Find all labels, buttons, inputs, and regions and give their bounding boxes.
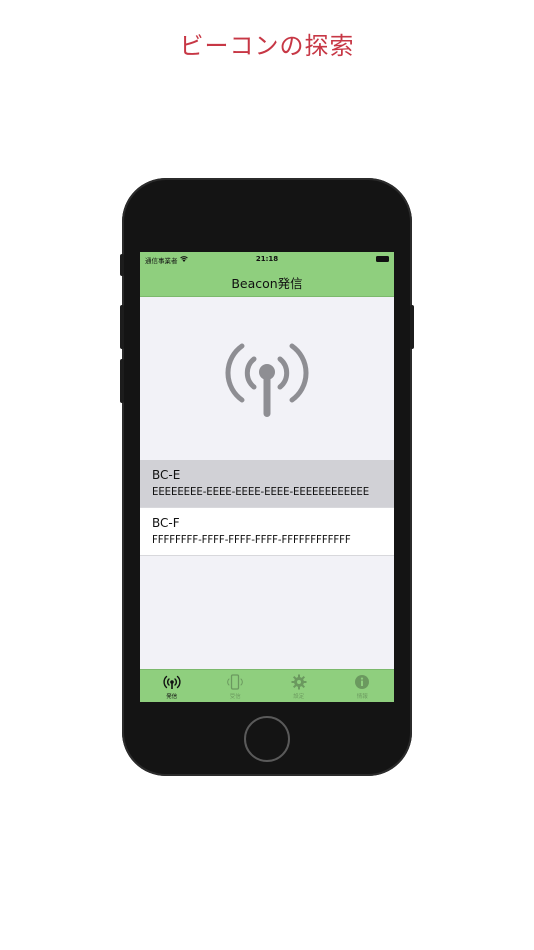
antenna-icon xyxy=(162,674,182,690)
status-bar: 通信事業者 21:18 xyxy=(140,252,394,266)
tab-info[interactable]: 情報 xyxy=(331,670,395,702)
battery-icon xyxy=(376,256,389,262)
home-button[interactable] xyxy=(244,716,290,762)
tab-transmit[interactable]: 発信 xyxy=(140,670,204,702)
status-time: 21:18 xyxy=(255,255,279,263)
promo-title: ビーコンの探索 xyxy=(179,32,355,60)
volume-up-button xyxy=(120,305,124,349)
app-screen: 通信事業者 21:18 Beacon発信 BC-E EEEEEEEE-EEEE-… xyxy=(140,252,394,702)
beacon-row-bc-e[interactable]: BC-E EEEEEEEE-EEEE-EEEE-EEEE-EEEEEEEEEEE… xyxy=(140,460,394,508)
power-button xyxy=(410,305,414,349)
nav-title: Beacon発信 xyxy=(231,276,303,291)
phone-signal-icon xyxy=(225,674,245,690)
silent-switch xyxy=(120,254,124,276)
antenna-broadcast-icon xyxy=(220,337,314,419)
info-icon xyxy=(352,674,372,690)
beacon-row-bc-f[interactable]: BC-F FFFFFFFF-FFFF-FFFF-FFFF-FFFFFFFFFFF… xyxy=(140,508,394,556)
beacon-list: BC-E EEEEEEEE-EEEE-EEEE-EEEE-EEEEEEEEEEE… xyxy=(140,460,394,556)
tab-bar: 発信 受信 設定 情報 xyxy=(140,669,394,702)
beacon-name: BC-E xyxy=(152,468,181,482)
tab-label: 情報 xyxy=(356,694,368,700)
tab-settings[interactable]: 設定 xyxy=(267,670,331,702)
volume-down-button xyxy=(120,359,124,403)
beacon-uuid: EEEEEEEE-EEEE-EEEE-EEEE-EEEEEEEEEEEE xyxy=(152,487,370,498)
beacon-name: BC-F xyxy=(152,516,180,530)
tab-label: 受信 xyxy=(229,694,241,700)
navigation-bar: Beacon発信 xyxy=(140,266,394,297)
gear-icon xyxy=(289,674,309,690)
beacon-uuid: FFFFFFFF-FFFF-FFFF-FFFF-FFFFFFFFFFFF xyxy=(152,535,351,546)
tab-label: 発信 xyxy=(166,694,178,700)
tab-receive[interactable]: 受信 xyxy=(204,670,268,702)
tab-label: 設定 xyxy=(293,694,305,700)
